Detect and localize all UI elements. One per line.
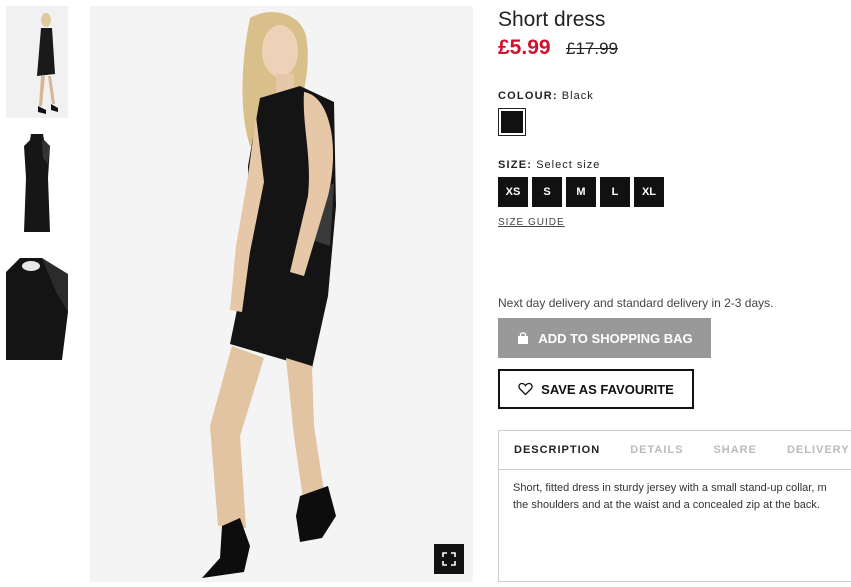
add-to-bag-label: ADD TO SHOPPING BAG: [538, 330, 693, 346]
colour-value: Black: [561, 90, 594, 102]
delivery-note: Next day delivery and standard delivery …: [498, 296, 774, 310]
colour-swatch-black[interactable]: [498, 108, 526, 136]
save-favourite-button[interactable]: SAVE AS FAVOURITE: [498, 369, 694, 409]
size-label-row: SIZE: Select size: [498, 159, 600, 171]
tab-delivery[interactable]: DELIVERY: [772, 431, 851, 469]
size-button-xl[interactable]: XL: [634, 177, 664, 207]
original-price: £17.99: [566, 39, 618, 58]
main-product-image: [90, 6, 473, 582]
add-to-bag-button[interactable]: ADD TO SHOPPING BAG: [498, 318, 711, 358]
colour-label-row: COLOUR: Black: [498, 90, 594, 102]
dress-detail-thumb-image: [6, 252, 68, 360]
heart-icon: [518, 382, 533, 396]
sale-price: £5.99: [498, 36, 551, 59]
dress-flat-thumb-image: [6, 124, 68, 238]
size-label: SIZE:: [498, 159, 533, 171]
size-guide-link[interactable]: SIZE GUIDE: [498, 217, 565, 228]
expand-icon: [442, 552, 456, 566]
thumbnail-dress-detail[interactable]: [6, 252, 68, 360]
shopping-bag-icon: [518, 332, 529, 344]
model-thumb-image: [6, 6, 68, 118]
size-value: Select size: [536, 159, 601, 171]
tab-description[interactable]: DESCRIPTION: [499, 431, 615, 469]
size-button-m[interactable]: M: [566, 177, 596, 207]
thumbnail-model-front[interactable]: [6, 6, 68, 118]
tab-details[interactable]: DETAILS: [615, 431, 698, 469]
size-button-s[interactable]: S: [532, 177, 562, 207]
product-info-tabs: DESCRIPTION DETAILS SHARE DELIVERY Short…: [498, 430, 851, 582]
description-line-1: Short, fitted dress in sturdy jersey wit…: [513, 482, 827, 494]
description-panel: Short, fitted dress in sturdy jersey wit…: [499, 470, 851, 524]
tab-share[interactable]: SHARE: [698, 431, 772, 469]
thumbnail-dress-flat[interactable]: [6, 124, 68, 238]
model-photo: [90, 6, 473, 582]
product-title: Short dress: [498, 8, 606, 31]
colour-label: COLOUR:: [498, 90, 558, 102]
size-button-xs[interactable]: XS: [498, 177, 528, 207]
description-line-2: the shoulders and at the waist and a con…: [513, 499, 820, 511]
swatch-fill: [501, 111, 523, 133]
size-button-l[interactable]: L: [600, 177, 630, 207]
fullscreen-button[interactable]: [434, 544, 464, 574]
save-favourite-label: SAVE AS FAVOURITE: [541, 381, 674, 397]
size-selector: XS S M L XL: [498, 177, 664, 207]
tab-bar: DESCRIPTION DETAILS SHARE DELIVERY: [499, 431, 851, 470]
